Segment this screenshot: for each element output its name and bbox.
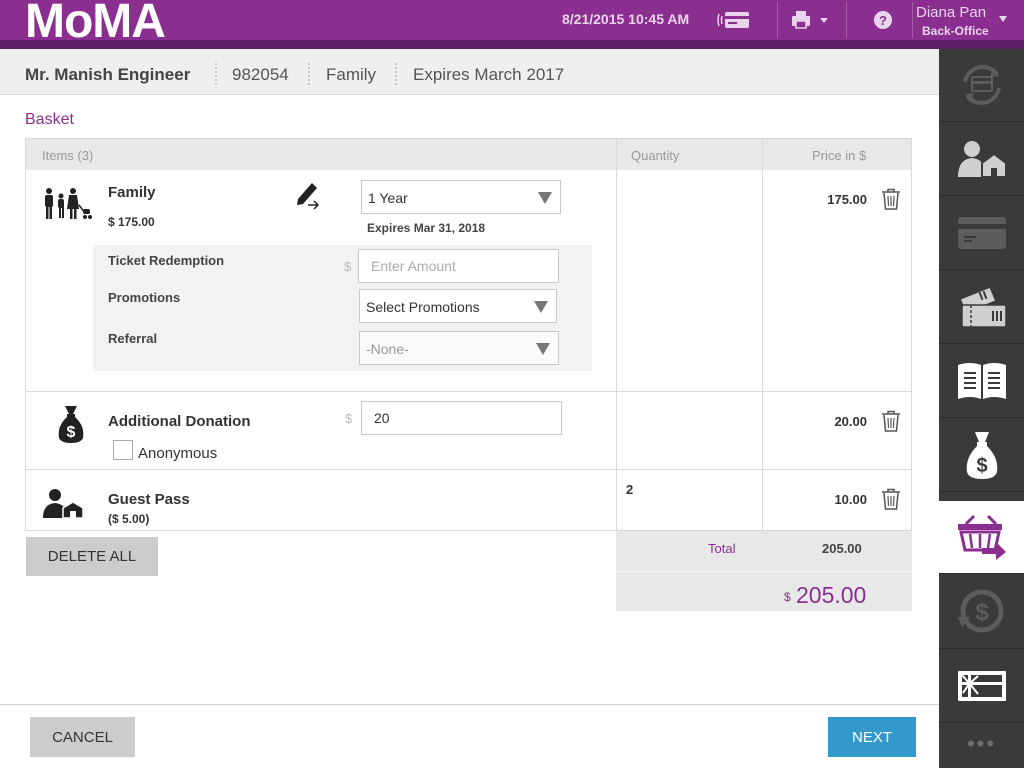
chevron-down-icon (536, 343, 550, 355)
rail-tickets[interactable] (939, 271, 1024, 344)
basket-forward-icon (957, 514, 1006, 560)
table-header: Items (3) Quantity Price in $ (26, 139, 911, 170)
basket-table: Items (3) Quantity Price in $ Family $ 1… (25, 138, 912, 531)
rail-catalog[interactable] (939, 345, 1024, 418)
divider (616, 571, 912, 572)
promotions-label: Promotions (108, 290, 181, 305)
rail-basket[interactable] (939, 501, 1024, 574)
chevron-down-icon (538, 192, 552, 204)
toolbar-separator (846, 2, 847, 38)
total-value: 205.00 (822, 541, 862, 556)
family-item-price: $ 175.00 (108, 215, 155, 229)
family-options-panel: Ticket Redemption $ Promotions Select Pr… (93, 245, 592, 371)
trash-icon[interactable] (880, 188, 902, 215)
guest-item-price: ($ 5.00) (108, 512, 150, 526)
tickets-icon (958, 286, 1007, 328)
grand-total: 205.00 (796, 582, 867, 608)
more-menu[interactable]: ••• (939, 731, 1024, 757)
rail-gift-card[interactable] (939, 650, 1024, 723)
referral-label: Referral (108, 331, 158, 346)
donation-amount-input[interactable] (361, 401, 562, 435)
col-price: Price in $ (812, 148, 867, 163)
footer-divider (0, 704, 939, 705)
donation-item-name: Additional Donation (108, 413, 251, 430)
family-item-name: Family (108, 184, 156, 201)
ticket-redemption-label: Ticket Redemption (108, 253, 225, 268)
gift-card-icon (957, 671, 1006, 701)
guest-quantity[interactable]: 2 (626, 482, 633, 497)
guest-item-name: Guest Pass (108, 491, 190, 508)
svg-text:$: $ (976, 455, 987, 477)
trash-icon[interactable] (880, 410, 902, 437)
column-divider (762, 139, 763, 530)
catalog-icon (957, 363, 1006, 399)
anonymous-checkbox[interactable] (113, 440, 133, 460)
right-nav-rail: $ $ ••• (939, 49, 1024, 768)
help-icon[interactable]: ? (873, 10, 893, 35)
chevron-down-icon (534, 301, 548, 313)
member-name: Mr. Manish Engineer (25, 65, 191, 84)
rail-member[interactable] (939, 123, 1024, 196)
card-icon (957, 217, 1006, 249)
next-button[interactable]: NEXT (828, 717, 916, 757)
svg-text:?: ? (879, 13, 887, 28)
family-icon (43, 187, 93, 226)
separator (395, 63, 397, 85)
trash-icon[interactable] (880, 488, 902, 515)
basket-title: Basket (25, 111, 74, 128)
top-bar-strip (0, 40, 1024, 49)
membership-type: Family (326, 65, 377, 84)
referral-select[interactable]: -None- (359, 331, 559, 365)
edit-pencil-icon[interactable] (294, 179, 322, 216)
guest-price: 10.00 (834, 492, 867, 507)
toolbar-separator (777, 2, 778, 38)
membership-term-select[interactable]: 1 Year (361, 180, 561, 214)
membership-expiry: Expires March 2017 (413, 65, 565, 84)
member-id: 982054 (232, 65, 289, 84)
promotions-select[interactable]: Select Promotions (359, 289, 557, 323)
col-items: Items (3) (42, 148, 94, 163)
family-price: 175.00 (827, 192, 867, 207)
column-divider (616, 139, 617, 530)
family-new-expiry: Expires Mar 31, 2018 (367, 221, 486, 235)
refund-icon: $ (957, 589, 1003, 633)
row-divider (26, 391, 911, 392)
rail-refund[interactable]: $ (939, 576, 1024, 649)
totals-panel: Total 205.00 $ 205.00 (616, 531, 912, 611)
sync-card-icon (962, 65, 1001, 105)
total-label: Total (708, 541, 736, 556)
chevron-down-icon[interactable] (998, 10, 1008, 28)
current-datetime: 8/21/2015 10:45 AM (562, 11, 690, 27)
rail-card[interactable] (939, 197, 1024, 270)
svg-text:$: $ (67, 424, 76, 441)
grand-total-currency: $ (784, 590, 791, 604)
row-divider (26, 469, 911, 470)
moma-logo: MoMA (25, 0, 165, 40)
cancel-button[interactable]: CANCEL (30, 717, 135, 757)
money-bag-icon: $ (57, 404, 85, 449)
toolbar-separator (912, 2, 913, 38)
rail-donation[interactable]: $ (939, 419, 1024, 492)
separator (215, 63, 217, 85)
member-info-bar: Mr. Manish Engineer 982054 Family Expire… (0, 49, 939, 95)
rail-sync-card[interactable] (939, 49, 1024, 122)
money-bag-icon: $ (966, 432, 997, 479)
guest-pass-icon (41, 488, 85, 525)
delete-all-button[interactable]: DELETE ALL (26, 537, 158, 576)
user-role: Back-Office (922, 24, 989, 38)
ticket-redemption-input[interactable] (358, 249, 559, 283)
currency-symbol: $ (345, 411, 353, 426)
printer-icon[interactable] (790, 10, 830, 35)
user-name[interactable]: Diana Pan (916, 4, 986, 21)
svg-text:$: $ (975, 599, 989, 626)
col-quantity: Quantity (631, 148, 680, 163)
anonymous-label: Anonymous (138, 445, 218, 462)
separator (308, 63, 310, 85)
donation-price: 20.00 (834, 414, 867, 429)
card-reader-icon[interactable] (716, 10, 750, 35)
currency-symbol: $ (344, 259, 352, 274)
member-home-icon (957, 141, 1007, 178)
